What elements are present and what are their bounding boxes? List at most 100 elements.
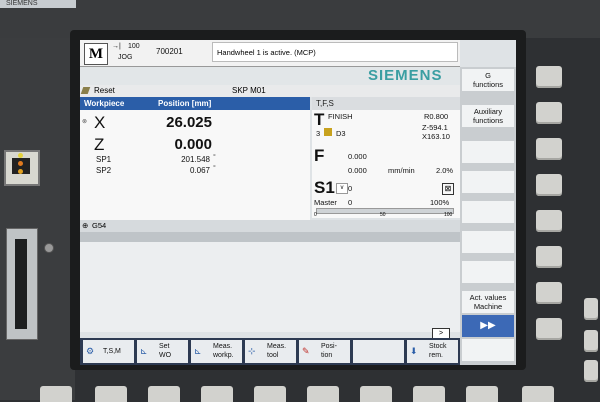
hardkey[interactable]	[536, 282, 562, 304]
softkey-label: Machine	[473, 302, 503, 311]
alarm-message-line: Handwheel 1 is active. (MCP)	[212, 42, 458, 62]
softkey-set-wo[interactable]: ⊾ Set WO	[137, 340, 188, 363]
feed-letter: F	[314, 146, 325, 165]
panel-screw	[44, 243, 54, 253]
feed-override: 2.0%	[436, 166, 454, 175]
offset-row: ⊕ G54	[80, 220, 460, 232]
vertical-softkey-bar: G functions Auxiliary functions Act. val…	[460, 67, 516, 365]
chevron-down-icon[interactable]: v	[336, 183, 348, 194]
softkey-label: Auxiliary	[473, 107, 503, 116]
stock-removal-icon: ⬇	[410, 346, 418, 356]
reset-icon	[80, 87, 91, 94]
bar-scale-50: 50	[380, 212, 386, 218]
softkey-label: G	[485, 71, 491, 80]
softkey-meas-tool[interactable]: ⊹ Meas. tool	[245, 340, 296, 363]
softkey-empty[interactable]	[462, 171, 514, 193]
softkey-act-values-machine[interactable]: Act. values Machine	[462, 291, 514, 313]
axis-marker-icon: ⊗	[82, 119, 88, 125]
softkey-label: functions	[472, 116, 504, 125]
softkey-next-page[interactable]: ▶▶	[462, 315, 514, 337]
siemens-logo: SIEMENS	[368, 67, 443, 84]
softkey-tsm[interactable]: ⚙ T,S,M	[83, 340, 134, 363]
softkey-position[interactable]: ✎ Posi- tion	[299, 340, 350, 363]
usb-card-slot[interactable]	[6, 228, 38, 340]
tool-number: 3	[316, 129, 321, 138]
axis-name-z: Z	[94, 135, 105, 154]
hardkey[interactable]	[584, 360, 598, 382]
hardkey[interactable]	[536, 210, 562, 232]
measure-tool-icon: ⊹	[248, 346, 256, 356]
tfs-window: T FINISH R0.800 3 D3 Z-594.1 X163.10 F 0…	[312, 110, 460, 218]
spindle-unit-sp1: °	[213, 154, 216, 161]
hardkey[interactable]	[536, 174, 562, 196]
softkey-empty[interactable]	[462, 201, 514, 223]
softkey-auxiliary-functions[interactable]: Auxiliary functions	[462, 105, 514, 127]
channel-state: Reset	[94, 86, 115, 95]
softkey-g-functions[interactable]: G functions	[462, 69, 514, 91]
channel-status-row: Reset SKP M01	[80, 85, 460, 97]
feed-set: 0.000	[348, 166, 367, 175]
jog-arrow-icon: →|	[112, 43, 121, 50]
workpiece-title: Workpiece	[84, 99, 125, 108]
tool-radius: R0.800	[424, 112, 449, 121]
program-area	[80, 232, 460, 332]
softkey-meas-workp[interactable]: ⊾ Meas. workp.	[191, 340, 242, 363]
axis-name-x: X	[94, 113, 106, 132]
spindle-letter: S1	[314, 178, 335, 197]
softkey-label: Meas.	[267, 343, 287, 350]
softkey-label: Stock	[429, 343, 447, 350]
softkey-empty[interactable]	[462, 231, 514, 253]
softkey-label: WO	[159, 352, 172, 359]
axis-value-z: 0.000	[174, 136, 212, 153]
softkey-label: Act. values	[469, 293, 507, 302]
tool-x-length: X163.10	[422, 132, 450, 141]
spindle-speed: 0	[348, 184, 353, 193]
horizontal-softkey-bar: ⚙ T,S,M ⊾ Set WO ⊾ Meas. workp. ⊹ Meas. …	[80, 338, 460, 365]
softkey-empty[interactable]	[462, 339, 514, 361]
header-bar: M →| 100 JOG 700201 Handwheel 1 is activ…	[80, 40, 460, 67]
bar-scale-100: 100	[444, 212, 453, 218]
feed-actual: 0.000	[348, 152, 367, 161]
softkey-empty[interactable]	[462, 261, 514, 283]
measure-workpiece-icon: ⊾	[194, 346, 202, 356]
hardkey[interactable]	[584, 330, 598, 352]
tool-name: FINISH	[328, 112, 353, 121]
axis-value-x: 26.025	[166, 114, 212, 131]
softkey-empty[interactable]	[462, 141, 514, 163]
position-label: Position [mm]	[158, 99, 212, 108]
spindle-value-sp2: 0.067	[189, 166, 210, 175]
spindle-override: 100%	[430, 198, 450, 207]
softkey-label: functions	[472, 80, 504, 89]
softkey-empty[interactable]	[353, 340, 404, 363]
softkey-label: tion	[321, 352, 333, 359]
spindle-stop-icon: ⊠	[442, 183, 454, 195]
hardkey[interactable]	[536, 102, 562, 124]
softkey-label: workp.	[213, 352, 234, 359]
softkey-label: Set	[159, 343, 170, 350]
spindle-name-sp2: SP2	[96, 166, 112, 175]
status-led	[18, 161, 23, 166]
tsm-icon: ⚙	[86, 346, 95, 356]
softkey-stock-removal[interactable]: ⬇ Stock rem.	[407, 340, 458, 363]
hardkey[interactable]	[536, 318, 562, 340]
machine-area-icon[interactable]: M	[84, 43, 108, 65]
hardkey[interactable]	[584, 298, 598, 320]
mode-code: 100	[128, 43, 140, 50]
tool-type-icon	[324, 128, 332, 136]
program-name: 700201	[156, 47, 183, 56]
softkey-label: T,S,M	[103, 348, 121, 355]
master-label: Master	[314, 198, 337, 207]
hardkey[interactable]	[536, 66, 562, 88]
hardkey[interactable]	[536, 246, 562, 268]
tool-letter: T	[314, 110, 325, 129]
brand-bar: SIEMENS	[80, 67, 460, 85]
spindle-name-sp1: SP1	[96, 155, 112, 164]
status-led	[18, 169, 23, 174]
position-icon: ✎	[302, 346, 310, 356]
work-offset: G54	[92, 221, 107, 230]
master-value: 0	[348, 198, 353, 207]
set-wo-icon: ⊾	[140, 346, 148, 356]
status-led	[18, 153, 23, 158]
softkey-label: rem.	[429, 352, 443, 359]
hardkey[interactable]	[536, 138, 562, 160]
